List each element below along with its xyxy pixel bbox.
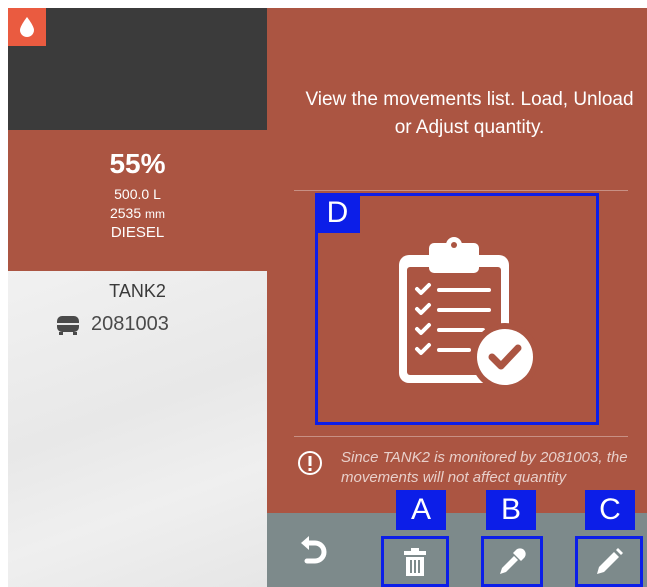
edit-button[interactable] — [575, 536, 643, 587]
highlight-frame-b — [481, 536, 543, 587]
delete-button[interactable] — [381, 536, 449, 587]
height-unit: mm — [145, 207, 166, 221]
panel-description: View the movements list. Load, Unload or… — [305, 89, 634, 138]
level-percent: 55% — [109, 148, 166, 179]
height: 2535 mm — [8, 205, 267, 221]
fuel-type-button[interactable] — [8, 8, 46, 46]
water-drop-icon — [20, 17, 34, 37]
highlight-frame-a — [381, 536, 449, 587]
volume: 500.0 L — [114, 186, 161, 202]
tank-level-area — [8, 8, 267, 130]
monitoring-warning: Since TANK2 is monitored by 2081003, the… — [297, 448, 628, 518]
tank-screen: 55% 500.0 L 2535 mm DIESEL TANK2 2081003… — [0, 0, 647, 587]
gauge-device-icon — [56, 315, 80, 335]
warning-text: Since TANK2 is monitored by 2081003, the… — [341, 449, 628, 486]
tank-name-area: TANK2 2081003 — [8, 271, 267, 587]
divider-bottom — [294, 436, 628, 437]
device-row: 2081003 — [55, 313, 169, 336]
highlight-frame-c — [575, 536, 643, 587]
tank-card[interactable]: 55% 500.0 L 2535 mm DIESEL TANK2 2081003 — [8, 8, 267, 587]
clipboard-check-icon — [399, 237, 539, 391]
device-id: 2081003 — [91, 313, 169, 335]
tank-info: 55% 500.0 L 2535 mm DIESEL — [8, 130, 267, 271]
view-movements-button[interactable]: D — [315, 193, 599, 425]
callout-c: C — [585, 490, 635, 530]
tank-name: TANK2 — [109, 281, 166, 301]
height-value: 2535 — [109, 205, 142, 221]
exclamation-circle-icon — [298, 451, 322, 475]
callout-a: A — [396, 490, 446, 530]
callout-d: D — [315, 193, 360, 233]
callout-b: B — [486, 490, 536, 530]
divider-top — [294, 190, 628, 191]
undo-icon — [301, 536, 327, 564]
undo-button[interactable] — [283, 513, 343, 587]
fuel-type: DIESEL — [110, 224, 165, 241]
sample-button[interactable] — [481, 536, 543, 587]
